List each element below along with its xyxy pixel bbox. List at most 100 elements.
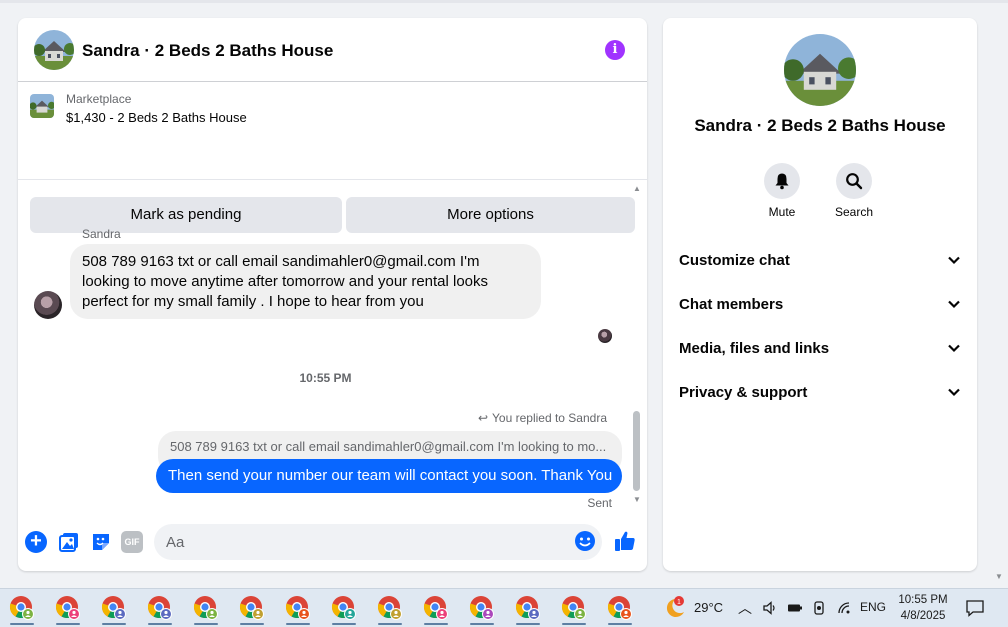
chrome-profile-icon[interactable] xyxy=(191,593,221,625)
media-files-links-row[interactable]: Media, files and links xyxy=(663,326,977,370)
running-indicator xyxy=(10,623,34,625)
page-scroll-down-arrow-icon[interactable]: ▼ xyxy=(995,572,1003,581)
clock-date: 4/8/2025 xyxy=(900,610,946,622)
notifications-icon[interactable] xyxy=(965,599,985,617)
chat-header: Sandra · 2 Beds 2 Baths House i xyxy=(18,18,647,82)
message-timestamp: 10:55 PM xyxy=(299,371,352,385)
conversation-info-icon[interactable]: i xyxy=(605,40,625,60)
privacy-support-row[interactable]: Privacy & support xyxy=(663,370,977,414)
chrome-profile-icon[interactable] xyxy=(329,593,359,625)
windows-taskbar: 1 29°C ︿ ENG 10:55 PM 4/8/2025 xyxy=(0,588,1008,627)
chrome-profile-icon[interactable] xyxy=(237,593,267,625)
listing-description[interactable]: $1,430 - 2 Beds 2 Baths House xyxy=(66,110,247,125)
moon-icon: 1 xyxy=(666,596,684,617)
wifi-icon[interactable] xyxy=(836,600,852,616)
conversation-info-panel: Sandra · 2 Beds 2 Baths House Mute Searc… xyxy=(663,18,977,571)
more-options-button[interactable]: More options xyxy=(346,197,635,233)
attach-photo-icon[interactable] xyxy=(58,531,80,553)
running-indicator xyxy=(148,623,172,625)
plus-icon[interactable]: + xyxy=(25,531,47,553)
chrome-profile-icon[interactable] xyxy=(53,593,83,625)
battery-icon[interactable] xyxy=(787,600,803,616)
gif-icon[interactable]: GIF xyxy=(121,531,143,553)
profile-title: Sandra · 2 Beds 2 Baths House xyxy=(694,116,946,135)
chrome-profile-icon[interactable] xyxy=(513,593,543,625)
running-indicator xyxy=(516,623,540,625)
chrome-profile-icon[interactable] xyxy=(605,593,635,625)
mute-button[interactable]: Mute xyxy=(752,163,812,219)
chat-panel: Sandra · 2 Beds 2 Baths House i Marketpl… xyxy=(18,18,647,571)
sender-name: Sandra xyxy=(82,227,121,241)
house-photo-icon xyxy=(784,34,856,106)
chrome-profile-icon[interactable] xyxy=(7,593,37,625)
speaker-icon[interactable] xyxy=(762,600,778,616)
message-composer: + GIF xyxy=(18,518,647,571)
chat-avatar[interactable] xyxy=(34,30,74,70)
chevron-down-icon xyxy=(948,300,960,309)
running-indicator xyxy=(424,623,448,625)
section-label: Media, files and links xyxy=(679,339,830,357)
thumbs-up-icon[interactable] xyxy=(613,529,637,553)
message-input[interactable] xyxy=(154,524,602,560)
input-language[interactable]: ENG xyxy=(860,600,886,614)
reply-arrow-icon: ↩ xyxy=(477,411,489,425)
chrome-profile-icon[interactable] xyxy=(421,593,451,625)
seen-by-avatar xyxy=(598,329,612,343)
emoji-icon[interactable] xyxy=(574,530,596,552)
house-photo-icon xyxy=(34,30,74,70)
scroll-up-arrow-icon[interactable]: ▲ xyxy=(633,184,641,193)
replied-to-text: You replied to Sandra xyxy=(492,411,607,425)
chrome-profile-icon[interactable] xyxy=(99,593,129,625)
temperature[interactable]: 29°C xyxy=(694,600,723,615)
mute-label: Mute xyxy=(768,205,796,219)
house-photo-icon xyxy=(30,94,54,118)
scroll-down-arrow-icon[interactable]: ▼ xyxy=(633,495,641,504)
search-icon xyxy=(836,163,872,199)
chevron-down-icon xyxy=(948,388,960,397)
chrome-profile-icon[interactable] xyxy=(375,593,405,625)
weather-badge: 1 xyxy=(677,599,681,606)
show-hidden-icons-icon[interactable]: ︿ xyxy=(738,598,752,618)
running-indicator xyxy=(240,623,264,625)
incoming-message-bubble[interactable]: 508 789 9163 txt or call email sandimahl… xyxy=(70,244,541,319)
search-label: Search xyxy=(834,205,874,219)
running-indicator xyxy=(194,623,218,625)
system-clock[interactable]: 10:55 PM 4/8/2025 xyxy=(898,592,948,624)
usb-device-icon[interactable] xyxy=(811,600,827,616)
running-indicator xyxy=(470,623,494,625)
customize-chat-row[interactable]: Customize chat xyxy=(663,238,977,282)
section-label: Customize chat xyxy=(679,251,790,269)
chat-members-row[interactable]: Chat members xyxy=(663,282,977,326)
running-indicator xyxy=(608,623,632,625)
replied-to-label: ↩ You replied to Sandra xyxy=(478,411,607,425)
running-indicator xyxy=(56,623,80,625)
mark-as-pending-button[interactable]: Mark as pending xyxy=(30,197,342,233)
chevron-down-icon xyxy=(948,344,960,353)
running-indicator xyxy=(286,623,310,625)
chrome-profile-icon[interactable] xyxy=(145,593,175,625)
section-label: Privacy & support xyxy=(679,383,808,401)
search-button[interactable]: Search xyxy=(824,163,884,219)
running-indicator xyxy=(102,623,126,625)
sender-avatar[interactable] xyxy=(34,291,62,319)
running-indicator xyxy=(562,623,586,625)
message-scrollbar[interactable] xyxy=(633,411,640,491)
clock-time: 10:55 PM xyxy=(898,594,948,606)
sticker-icon[interactable] xyxy=(90,531,112,553)
running-indicator xyxy=(378,623,402,625)
outgoing-message-bubble[interactable]: Then send your number our team will cont… xyxy=(156,459,622,493)
profile-avatar[interactable] xyxy=(784,34,856,106)
listing-source: Marketplace xyxy=(66,92,132,106)
section-label: Chat members xyxy=(679,295,784,313)
chrome-profile-icon[interactable] xyxy=(283,593,313,625)
chat-title[interactable]: Sandra · 2 Beds 2 Baths House xyxy=(82,41,333,61)
window-top-border xyxy=(0,0,1008,3)
sent-status: Sent xyxy=(587,496,612,510)
bell-icon xyxy=(764,163,800,199)
chrome-profile-icon[interactable] xyxy=(467,593,497,625)
chrome-profile-icon[interactable] xyxy=(559,593,589,625)
marketplace-listing: Marketplace $1,430 - 2 Beds 2 Baths Hous… xyxy=(18,82,647,233)
weather-widget[interactable]: 1 xyxy=(662,595,688,621)
listing-thumbnail[interactable] xyxy=(30,94,54,118)
running-indicator xyxy=(332,623,356,625)
